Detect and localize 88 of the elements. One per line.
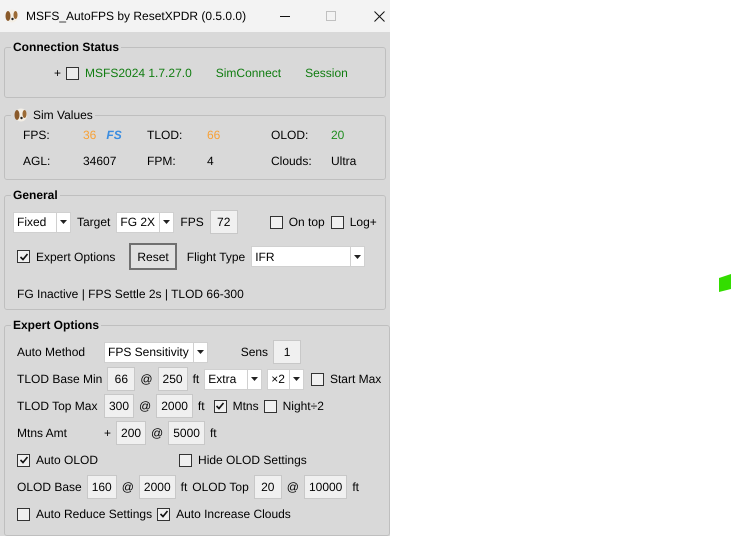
caret-icon <box>251 377 258 381</box>
value-text: Ultra <box>331 153 356 170</box>
field-label: @ <box>140 372 153 386</box>
input-field[interactable]: 2000 <box>156 394 193 418</box>
field-label: ft <box>210 426 217 440</box>
value-text: 34607 <box>83 153 116 170</box>
checkbox[interactable]: Start Max <box>310 370 382 388</box>
check-icon <box>158 509 169 519</box>
check-icon <box>18 455 28 465</box>
input-field[interactable]: 5000 <box>168 421 205 445</box>
checkbox[interactable] <box>66 66 80 80</box>
value-label: TLOD: <box>147 127 184 144</box>
check-icon <box>215 401 226 411</box>
input-field[interactable]: 2000 <box>138 475 176 499</box>
status-text: FG Inactive | FPS Settle 2s | TLOD 66-300 <box>16 286 245 303</box>
group-title: Sim Values <box>33 107 93 124</box>
input-field[interactable]: 72 <box>210 210 238 234</box>
input-field[interactable]: 200 <box>116 421 146 445</box>
checkbox[interactable]: Log+ <box>330 213 377 231</box>
dropdown[interactable]: FPS Sensitivity <box>104 342 208 362</box>
value-label: FPS: <box>23 127 51 144</box>
caret-icon <box>196 350 204 354</box>
field-label: Flight Type <box>186 250 246 264</box>
status-text: SimConnect <box>216 65 282 82</box>
close-icon[interactable] <box>374 10 385 22</box>
caret-icon <box>292 377 300 381</box>
group-title: General <box>13 187 58 204</box>
field-label: Mtns Amt <box>17 425 68 442</box>
field-label: ft <box>352 480 360 494</box>
dropdown[interactable]: FG 2X <box>116 212 174 232</box>
status-text: MSFS2024 1.7.27.0 <box>85 65 192 82</box>
value-label: AGL: <box>23 153 52 170</box>
field-label: ft <box>180 480 188 494</box>
input-field[interactable]: 20 <box>254 475 282 499</box>
input-field[interactable]: 250 <box>158 367 188 391</box>
field-label: FPS <box>180 215 204 229</box>
field-label: + <box>104 426 112 440</box>
input-field[interactable]: 10000 <box>304 475 348 499</box>
checkbox[interactable]: Night÷2 <box>264 397 324 415</box>
input-field[interactable]: 1 <box>273 340 302 364</box>
input-field[interactable]: 66 <box>107 367 136 391</box>
caret-icon <box>60 220 67 224</box>
checkbox[interactable]: On top <box>270 213 325 231</box>
value-text: 20 <box>331 127 344 144</box>
caret-icon <box>163 220 170 224</box>
checkbox[interactable]: Expert Options <box>17 248 116 266</box>
value-text: 66 <box>207 127 220 144</box>
input-field[interactable]: 160 <box>86 475 117 499</box>
field-label: @ <box>122 480 134 494</box>
logo-text: FS <box>106 127 122 144</box>
dropdown[interactable]: Fixed <box>13 212 71 232</box>
field-label: ft <box>198 399 205 413</box>
checkbox[interactable]: Hide OLOD Settings <box>179 451 307 469</box>
group-title: Connection Status <box>13 39 120 56</box>
check-icon <box>18 252 28 262</box>
dog-icon <box>13 107 29 123</box>
value-label: OLOD: <box>271 127 310 144</box>
field-label: @ <box>151 426 164 440</box>
dropdown[interactable]: IFR <box>251 246 366 267</box>
checkbox[interactable]: Auto Reduce Settings <box>17 505 152 523</box>
field-label: Auto Method <box>17 344 86 361</box>
value-text: 4 <box>207 153 214 170</box>
reset-button[interactable]: Reset <box>129 243 177 270</box>
value-label: FPM: <box>147 153 177 170</box>
parallelogram-shape <box>719 274 731 292</box>
dropdown[interactable]: Extra <box>204 368 262 390</box>
field-label: TLOD Base Min <box>17 371 102 388</box>
checkbox[interactable]: Mtns <box>214 397 259 415</box>
checkbox[interactable]: Auto Increase Clouds <box>157 505 291 523</box>
field-label: TLOD Top Max <box>17 398 98 415</box>
field-label: Target <box>77 215 110 229</box>
value-text: 36 <box>83 127 96 144</box>
input-field[interactable]: 300 <box>104 394 134 418</box>
caret-icon <box>354 254 362 258</box>
field-label: OLOD Base <box>17 480 82 494</box>
checkbox[interactable]: Auto OLOD <box>17 451 98 469</box>
field-label: @ <box>286 480 299 494</box>
field-label: @ <box>139 399 152 413</box>
field-label: OLOD Top <box>192 480 249 494</box>
group-title: Expert Options <box>13 317 100 334</box>
expand-sign[interactable]: + <box>54 64 62 82</box>
status-text: Session <box>305 65 348 82</box>
field-label: Sens <box>240 345 268 359</box>
dog-icon <box>4 8 20 24</box>
window-title: MSFS_AutoFPS by ResetXPDR (0.5.0.0) <box>26 8 248 25</box>
field-label: ft <box>192 372 200 386</box>
dropdown[interactable]: ×2 <box>267 368 304 390</box>
value-label: Clouds: <box>271 153 313 170</box>
